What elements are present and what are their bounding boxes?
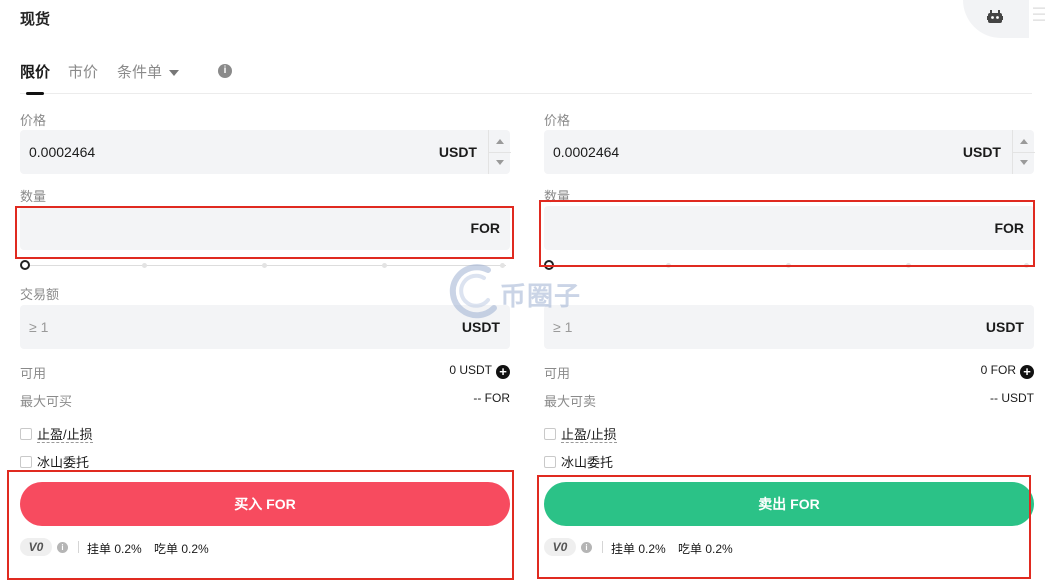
sell-price-unit: USDT	[962, 144, 1001, 160]
taker-fee: 吃单 0.2%	[154, 542, 209, 556]
arrow-up-icon[interactable]	[496, 139, 504, 144]
sell-price-value: 0.0002464	[553, 144, 620, 160]
taker-fee: 吃单 0.2%	[678, 542, 733, 556]
price-stepper[interactable]	[1012, 130, 1035, 174]
checkbox-icon[interactable]	[544, 428, 556, 440]
checkbox-icon[interactable]	[20, 456, 32, 468]
buy-quantity-unit: FOR	[470, 220, 500, 236]
vip-level-badge: V0	[20, 538, 52, 556]
quantity-label: 数量	[544, 189, 571, 204]
menu-lines-icon[interactable]: — — —	[1033, 1, 1045, 25]
info-icon[interactable]: i	[581, 542, 592, 553]
trading-bot-button[interactable]	[963, 0, 1029, 38]
available-label: 可用	[544, 366, 571, 381]
maker-fee: 挂单 0.2%	[611, 542, 666, 556]
slider-handle[interactable]	[20, 260, 30, 270]
buy-amount-slider[interactable]	[20, 260, 510, 270]
chevron-down-icon	[169, 70, 180, 77]
buy-price-input[interactable]: 0.0002464 USDT	[20, 130, 511, 174]
maker-fee: 挂单 0.2%	[87, 542, 142, 556]
max-sell-value: -- USDT	[990, 391, 1034, 405]
max-buy-label: 最大可买	[20, 394, 73, 409]
order-type-tabs: 限价 市价 条件单 i	[20, 58, 1032, 95]
info-icon[interactable]: i	[218, 64, 232, 78]
sell-total-input[interactable]: ≥ 1 USDT	[544, 305, 1034, 349]
sell-panel: 价格 0.0002464 USDT 数量 FOR ≥ 1 USDT 可用 0 F…	[544, 100, 1035, 582]
available-balance: 0 USDT +	[449, 363, 510, 379]
iceberg-checkbox[interactable]: 冰山委托	[544, 452, 613, 471]
checkbox-icon[interactable]	[20, 428, 32, 440]
sell-amount-slider[interactable]	[544, 260, 1034, 270]
tab-market[interactable]: 市价	[68, 61, 98, 82]
robot-icon	[987, 10, 1003, 23]
iceberg-checkbox[interactable]: 冰山委托	[20, 452, 89, 471]
price-label: 价格	[544, 113, 571, 128]
arrow-up-icon[interactable]	[1020, 139, 1028, 144]
checkbox-icon[interactable]	[544, 456, 556, 468]
buy-quantity-input[interactable]: FOR	[20, 206, 510, 250]
max-buy-value: -- FOR	[473, 391, 510, 405]
tab-conditional[interactable]: 条件单	[117, 61, 180, 82]
active-tab-indicator	[26, 92, 44, 95]
watermark-logo: 币圈子	[448, 262, 598, 322]
buy-total-input[interactable]: ≥ 1 USDT	[20, 305, 510, 349]
max-sell-label: 最大可卖	[544, 394, 597, 409]
sell-quantity-input[interactable]: FOR	[544, 206, 1034, 250]
available-label: 可用	[20, 366, 47, 381]
buy-price-unit: USDT	[438, 144, 477, 160]
arrow-down-icon[interactable]	[496, 160, 504, 165]
buy-button[interactable]: 买入 FOR	[20, 482, 510, 526]
tab-limit[interactable]: 限价	[20, 61, 50, 95]
price-label: 价格	[20, 113, 47, 128]
buy-total-placeholder: ≥ 1	[29, 319, 49, 335]
arrow-down-icon[interactable]	[1020, 160, 1028, 165]
available-balance: 0 FOR +	[981, 363, 1034, 379]
plus-icon[interactable]: +	[496, 365, 510, 379]
plus-icon[interactable]: +	[1020, 365, 1034, 379]
sell-total-unit: USDT	[985, 319, 1024, 335]
sell-button[interactable]: 卖出 FOR	[544, 482, 1034, 526]
page-title: 现货	[20, 11, 51, 28]
trade-amount-label: 交易额	[20, 287, 60, 302]
buy-price-value: 0.0002464	[29, 144, 96, 160]
buy-panel: 价格 0.0002464 USDT 数量 FOR 交易额 ≥ 1 USDT 可用…	[20, 100, 511, 582]
sell-quantity-unit: FOR	[994, 220, 1024, 236]
price-stepper[interactable]	[488, 130, 511, 174]
sell-price-input[interactable]: 0.0002464 USDT	[544, 130, 1035, 174]
quantity-label: 数量	[20, 189, 47, 204]
vip-level-badge: V0	[544, 538, 576, 556]
tpsl-checkbox[interactable]: 止盈/止损	[20, 424, 93, 443]
tpsl-checkbox[interactable]: 止盈/止损	[544, 424, 617, 443]
info-icon[interactable]: i	[57, 542, 68, 553]
watermark-icon	[449, 264, 497, 319]
